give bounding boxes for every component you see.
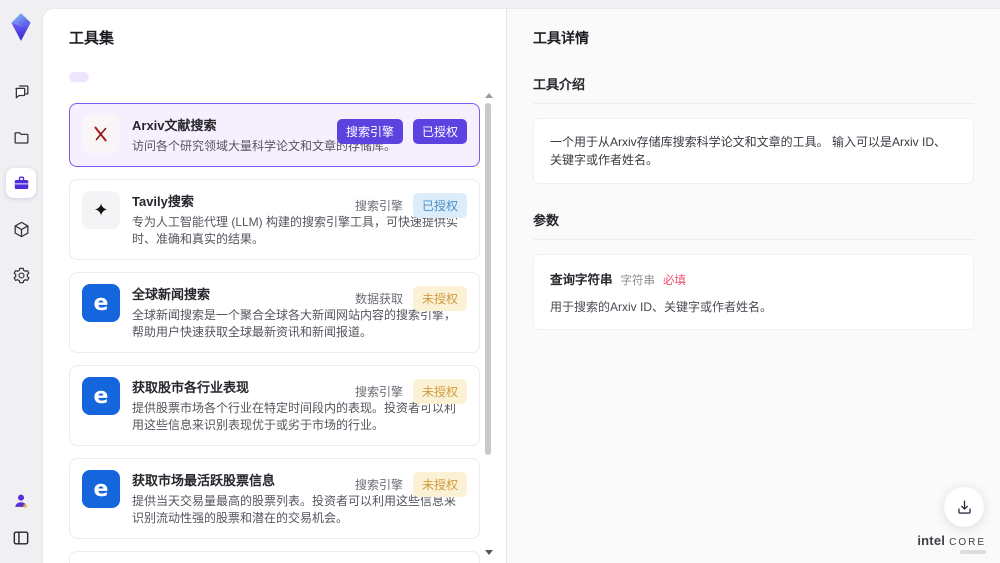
- tool-category-tag: 搜索引擎: [354, 478, 403, 493]
- tool-list: Arxiv文献搜索 访问各个研究领域大量科学论文和文章的存储库。 搜索引擎 已授…: [69, 103, 480, 563]
- category-tab[interactable]: [69, 72, 89, 82]
- auth-status-badge: 未授权: [412, 379, 467, 405]
- scroll-up-arrow[interactable]: [485, 93, 493, 98]
- category-tabs: [69, 64, 480, 90]
- tool-card[interactable]: e 获取市场最活跃股票信息 提供当天交易量最高的股票列表。投资者可以利用这些信息…: [69, 458, 480, 540]
- brand-subtext-mark: [960, 550, 986, 554]
- intro-box: 一个用于从Arxiv存储库搜索科学论文和文章的工具。 输入可以是Arxiv ID…: [533, 118, 974, 184]
- rail-bottom: [11, 491, 31, 553]
- settings-icon[interactable]: [6, 260, 36, 290]
- param-required-flag: 必填: [663, 275, 687, 287]
- param-box: 查询字符串 字符串 必填 用于搜索的Arxiv ID、关键字或作者姓名。: [533, 254, 974, 330]
- list-scrollbar[interactable]: [484, 93, 493, 557]
- tool-card[interactable]: Arxiv文献搜索 访问各个研究领域大量科学论文和文章的存储库。 搜索引擎 已授…: [69, 103, 480, 168]
- folder-icon[interactable]: [6, 122, 36, 152]
- tool-category-tag: 搜索引擎: [336, 119, 403, 144]
- app-logo-icon: [11, 13, 31, 41]
- tool-description: 提供股票市场各个行业在特定时间段内的表现。投资者可以利用这些信息来识别表现优于或…: [132, 401, 457, 433]
- param-type: 字符串: [620, 275, 656, 287]
- tool-detail-panel: 工具详情 工具介绍 一个用于从Arxiv存储库搜索科学论文和文章的工具。 输入可…: [506, 9, 1000, 563]
- tool-description: 专为人工智能代理 (LLM) 构建的搜索引擎工具，可快速提供实时、准确和真实的结…: [132, 215, 459, 247]
- auth-status-badge: 未授权: [412, 472, 467, 498]
- rail-nav: [6, 76, 36, 290]
- scrollbar-thumb[interactable]: [485, 103, 491, 455]
- tool-card[interactable]: e 获取股市各行业表现 提供股票市场各个行业在特定时间段内的表现。投资者可以利用…: [69, 365, 480, 447]
- tool-list-panel: 工具集 Arxiv文献搜索 访问各个研究领域大量科学论文和文章的存储库。 搜索引…: [43, 9, 506, 563]
- tool-category-tag: 搜索引擎: [354, 199, 403, 214]
- tool-description: 提供当天交易量最高的股票列表。投资者可以利用这些信息来识别流动性强的股票和潜在的…: [132, 494, 457, 526]
- panel-toggle-icon[interactable]: [11, 528, 31, 553]
- tool-card[interactable]: 万维地区新闻查询 查询具体行政区划内的新闻，快速了解各地新闻动 搜索引擎 未授权: [69, 551, 480, 563]
- auth-status-badge: 已授权: [412, 193, 467, 219]
- globalnews-icon: e: [82, 284, 120, 323]
- cube-icon[interactable]: [6, 214, 36, 244]
- arxiv-icon: [82, 115, 120, 153]
- param-description: 用于搜索的Arxiv ID、关键字或作者姓名。: [550, 300, 773, 314]
- download-button[interactable]: [944, 487, 984, 527]
- tool-category-tag: 数据获取: [354, 292, 403, 307]
- tool-category-tag: 搜索引擎: [354, 385, 403, 400]
- intel-wordmark: intel: [917, 533, 946, 548]
- params-heading: 参数: [533, 210, 974, 240]
- scroll-down-arrow[interactable]: [485, 550, 493, 555]
- core-wordmark: CORE: [949, 537, 986, 548]
- intel-core-logo: intel CORE: [917, 533, 986, 554]
- user-icon[interactable]: [11, 491, 31, 516]
- param-name: 查询字符串: [550, 273, 613, 287]
- tavily-icon: ✦: [82, 191, 120, 230]
- left-rail: [0, 0, 42, 563]
- detail-title: 工具详情: [533, 30, 589, 46]
- app-window: 工具集 Arxiv文献搜索 访问各个研究领域大量科学论文和文章的存储库。 搜索引…: [0, 0, 1000, 563]
- intro-heading: 工具介绍: [533, 74, 974, 104]
- intro-text: 一个用于从Arxiv存储库搜索科学论文和文章的工具。 输入可以是Arxiv ID…: [550, 135, 947, 167]
- toolbox-icon[interactable]: [6, 168, 36, 198]
- globalnews-icon: e: [82, 470, 120, 509]
- tool-description: 全球新闻搜索是一个聚合全球各大新闻网站内容的搜索引擎，帮助用户快速获取全球最新资…: [132, 308, 457, 340]
- auth-status-badge: 已授权: [412, 119, 467, 144]
- tool-card[interactable]: ✦ Tavily搜索 专为人工智能代理 (LLM) 构建的搜索引擎工具，可快速提…: [69, 179, 480, 261]
- chat-icon[interactable]: [6, 76, 36, 106]
- tool-card[interactable]: e 全球新闻搜索 全球新闻搜索是一个聚合全球各大新闻网站内容的搜索引擎，帮助用户…: [69, 272, 480, 354]
- globalnews-icon: e: [82, 377, 120, 416]
- main-content: 工具集 Arxiv文献搜索 访问各个研究领域大量科学论文和文章的存储库。 搜索引…: [42, 8, 1000, 563]
- auth-status-badge: 未授权: [412, 286, 467, 312]
- download-icon: [957, 499, 971, 514]
- page-title: 工具集: [69, 30, 115, 47]
